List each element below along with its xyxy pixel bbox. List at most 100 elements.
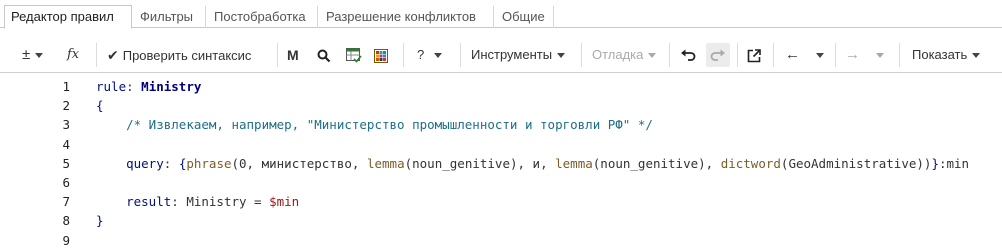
code-line: 1 rule: Ministry [0,77,1002,96]
chevron-down-icon [816,53,824,59]
open-external-button[interactable] [747,43,761,67]
line-number: 5 [62,155,70,171]
code-text: rule: Ministry [96,77,201,96]
code-token: :min [938,155,970,171]
morphology-button[interactable]: M [287,43,299,67]
undo-button[interactable] [680,43,696,67]
chevron-down-icon [876,53,884,59]
check-syntax-button[interactable]: ✔ Проверить синтаксис [107,43,251,67]
chevron-down-icon [648,53,657,59]
help-dropdown[interactable]: ? [417,43,443,67]
search-button[interactable] [317,43,331,67]
checkmark-icon: ✔ [107,47,119,63]
code-token: { [96,98,104,114]
line-number: 2 [62,98,70,114]
line-number: 6 [62,175,70,190]
toolbar-separator [581,43,582,67]
arrow-left-icon: ← [785,46,800,63]
code-token: (noun_genitive), [592,155,721,171]
code-token: lemma [555,155,593,171]
line-number: 7 [62,194,70,210]
grid-icon [374,48,388,63]
bold-m-icon: M [287,47,299,63]
check-syntax-label: Проверить синтаксис [122,48,252,63]
tab-postprocessing[interactable]: Постобработка [208,6,318,28]
tab-general[interactable]: Общие [496,6,554,28]
toolbar-separator [899,43,900,67]
show-dropdown[interactable]: Показать [912,43,981,67]
show-label: Показать [912,47,968,62]
undo-icon [681,49,696,61]
redo-icon [710,49,725,61]
function-icon: fx [67,47,80,62]
toolbar-separator [669,43,670,67]
code-token: : Ministry = [171,194,270,210]
code-editor[interactable]: 1 rule: Ministry 2{3 /* Извлекаем, наприме… [0,73,1002,248]
code-token: (0, министерство, [231,155,367,171]
line-number: 3 [62,117,70,133]
table-check-icon [346,48,362,63]
chevron-down-icon [557,53,566,59]
line-number: 1 [62,79,70,94]
tools-label: Инструменты [471,47,553,62]
plusminus-label: ± [22,46,31,63]
code-text: { [96,96,104,115]
line-number: 9 [62,232,70,248]
toolbar-separator [460,43,461,67]
code-line: 9 [0,231,1002,250]
code-token: rule [96,79,127,94]
line-number: 4 [62,136,70,152]
back-dropdown[interactable]: ← [785,43,824,67]
redo-button[interactable] [706,43,730,67]
chevron-down-icon [434,53,443,59]
help-label: ? [417,47,425,62]
chevron-down-icon [972,53,981,59]
code-token: Ministry [141,79,202,94]
code-token: (noun_genitive), и, [404,155,556,171]
toolbar-separator [737,43,738,67]
code-token: $min [269,194,300,210]
code-line: 3 /* Извлекаем, например, "Министерство … [0,115,1002,134]
debug-dropdown[interactable]: Отладка [592,43,657,67]
code-token: result [126,194,172,210]
function-button[interactable]: fx [67,43,79,67]
grid-button[interactable] [374,43,388,67]
tools-dropdown[interactable]: Инструменты [471,43,566,67]
toolbar-separator [403,43,404,67]
tab-filters[interactable]: Фильтры [134,6,206,28]
debug-label: Отладка [592,47,644,62]
code-line: 7 result: Ministry = $min [0,192,1002,211]
validate-table-button[interactable] [346,43,362,67]
code-token: : [126,79,142,94]
code-line: 4 [0,135,1002,154]
code-text: } [96,211,104,230]
code-token: lemma [366,155,405,171]
tab-conflict-resolution[interactable]: Разрешение конфликтов [320,6,494,28]
code-token: /* Извлекаем, например, "Министерство пр… [126,117,653,133]
code-line: 5 query: {phrase(0, министерство, lemma(… [0,154,1002,173]
forward-dropdown[interactable]: → [845,43,884,67]
code-token: : [163,155,179,171]
tab-rule-editor[interactable]: Редактор правил [4,5,132,29]
chevron-down-icon [35,52,44,58]
code-text: query: {phrase(0, министерство, lemma(no… [96,154,969,173]
code-token: } [96,213,104,229]
toolbar-separator [835,43,836,67]
external-link-icon [747,48,761,62]
code-token: } [931,155,939,171]
code-token: query [126,155,164,171]
arrow-right-icon: → [845,46,860,63]
code-token: phrase [186,155,232,171]
code-line: 2{ [0,96,1002,115]
plusminus-dropdown[interactable]: ± [22,43,44,67]
toolbar-separator [96,43,97,67]
code-token: dictword [720,155,781,171]
tab-bar: Редактор правил Фильтры Постобработка Ра… [0,0,1002,29]
code-token: (GeoAdministrative)) [780,155,932,171]
code-text: result: Ministry = $min [96,192,299,211]
search-icon [317,49,331,62]
toolbar-separator [773,43,774,67]
